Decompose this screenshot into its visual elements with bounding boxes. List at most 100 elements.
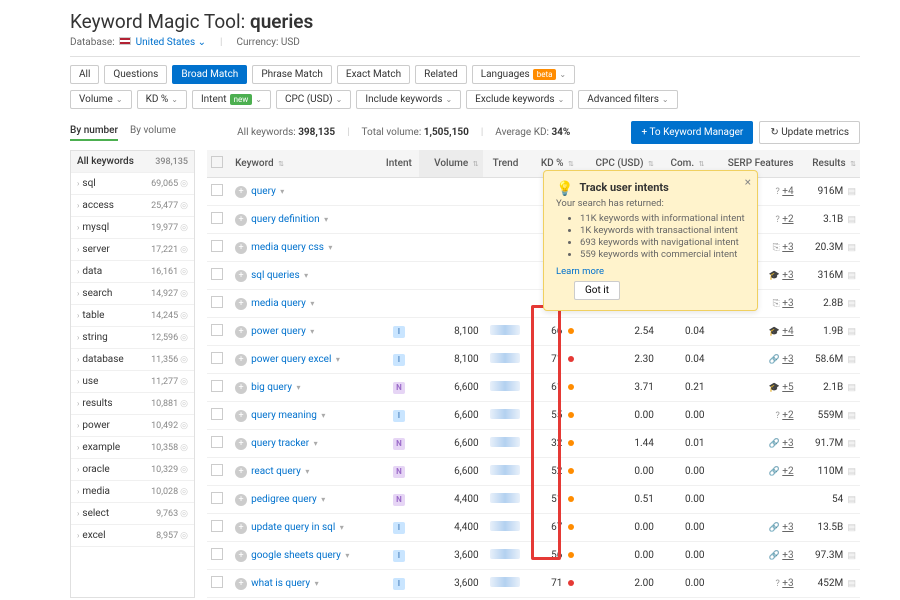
to-keyword-manager-button[interactable]: + To Keyword Manager (631, 121, 753, 144)
keyword-link[interactable]: pedigree query (251, 494, 317, 505)
sidebar-item-use[interactable]: › use11,277 ◎ (71, 371, 194, 393)
got-it-button[interactable]: Got it (574, 281, 620, 300)
filter-advanced-filters[interactable]: Advanced filters ⌄ (578, 90, 677, 109)
update-metrics-button[interactable]: ↻ Update metrics (759, 121, 860, 144)
expand-icon[interactable]: + (235, 214, 247, 226)
chevron-down-icon[interactable]: ▾ (328, 243, 332, 252)
col-intent[interactable]: Intent (378, 150, 419, 178)
sidebar-all-keywords[interactable]: All keywords 398,135 (71, 151, 194, 173)
match-tab-related[interactable]: Related (415, 65, 467, 84)
expand-icon[interactable]: + (235, 494, 247, 506)
col-keyword[interactable]: Keyword ⇅ (231, 150, 378, 178)
database-selector[interactable]: United States ⌄ (136, 37, 206, 48)
expand-icon[interactable]: + (235, 382, 247, 394)
keyword-link[interactable]: query (251, 186, 276, 197)
sidebar-item-oracle[interactable]: › oracle10,329 ◎ (71, 459, 194, 481)
sidebar-item-excel[interactable]: › excel8,957 ◎ (71, 525, 194, 547)
row-checkbox[interactable] (211, 184, 223, 196)
keyword-link[interactable]: media query css (251, 242, 324, 253)
expand-icon[interactable]: + (235, 438, 247, 450)
filter-include-keywords[interactable]: Include keywords ⌄ (356, 90, 461, 109)
sidebar-item-example[interactable]: › example10,358 ◎ (71, 437, 194, 459)
row-checkbox[interactable] (211, 436, 223, 448)
sidebar-item-media[interactable]: › media10,028 ◎ (71, 481, 194, 503)
close-icon[interactable]: × (745, 175, 751, 189)
keyword-link[interactable]: query tracker (251, 438, 309, 449)
row-checkbox[interactable] (211, 240, 223, 252)
keyword-link[interactable]: power query (251, 326, 306, 337)
sidebar-item-access[interactable]: › access25,477 ◎ (71, 195, 194, 217)
col-trend[interactable]: Trend (483, 150, 529, 178)
row-checkbox[interactable] (211, 576, 223, 588)
learn-more-link[interactable]: Learn more (556, 266, 604, 277)
keyword-link[interactable]: power query excel (251, 354, 331, 365)
chevron-down-icon[interactable]: ▾ (340, 523, 344, 532)
keyword-link[interactable]: big query (251, 382, 292, 393)
row-checkbox[interactable] (211, 268, 223, 280)
row-checkbox[interactable] (211, 380, 223, 392)
expand-icon[interactable]: + (235, 270, 247, 282)
filter-kd--[interactable]: KD % ⌄ (137, 90, 187, 109)
match-tab-broad-match[interactable]: Broad Match (172, 65, 247, 84)
expand-icon[interactable]: + (235, 326, 247, 338)
expand-icon[interactable]: + (235, 578, 247, 590)
row-checkbox[interactable] (211, 548, 223, 560)
tab-by-number[interactable]: By number (70, 125, 118, 141)
filter-volume[interactable]: Volume ⌄ (70, 90, 132, 109)
row-checkbox[interactable] (211, 212, 223, 224)
row-checkbox[interactable] (211, 492, 223, 504)
chevron-down-icon[interactable]: ▾ (321, 495, 325, 504)
expand-icon[interactable]: + (235, 550, 247, 562)
col-volume[interactable]: Volume ⇅ (419, 150, 482, 178)
expand-icon[interactable]: + (235, 522, 247, 534)
col-results[interactable]: Results ⇅ (798, 150, 860, 178)
keyword-link[interactable]: query definition (251, 214, 320, 225)
match-tab-questions[interactable]: Questions (104, 65, 167, 84)
sidebar-item-server[interactable]: › server17,221 ◎ (71, 239, 194, 261)
tab-by-volume[interactable]: By volume (130, 125, 176, 141)
chevron-down-icon[interactable]: ▾ (304, 271, 308, 280)
chevron-down-icon[interactable]: ▾ (324, 215, 328, 224)
row-checkbox[interactable] (211, 296, 223, 308)
chevron-down-icon[interactable]: ▾ (280, 187, 284, 196)
row-checkbox[interactable] (211, 464, 223, 476)
chevron-down-icon[interactable]: ▾ (310, 299, 314, 308)
keyword-link[interactable]: google sheets query (251, 550, 341, 561)
sidebar-item-results[interactable]: › results10,881 ◎ (71, 393, 194, 415)
keyword-link[interactable]: query meaning (251, 410, 317, 421)
sidebar-item-string[interactable]: › string12,596 ◎ (71, 327, 194, 349)
keyword-link[interactable]: what is query (251, 578, 310, 589)
expand-icon[interactable]: + (235, 242, 247, 254)
chevron-down-icon[interactable]: ▾ (321, 411, 325, 420)
keyword-link[interactable]: sql queries (251, 270, 300, 281)
keyword-link[interactable]: update query in sql (251, 522, 335, 533)
sidebar-item-search[interactable]: › search14,927 ◎ (71, 283, 194, 305)
row-checkbox[interactable] (211, 520, 223, 532)
row-checkbox[interactable] (211, 352, 223, 364)
expand-icon[interactable]: + (235, 410, 247, 422)
chevron-down-icon[interactable]: ▾ (336, 355, 340, 364)
sidebar-item-sql[interactable]: › sql69,065 ◎ (71, 173, 194, 195)
sidebar-item-select[interactable]: › select9,763 ◎ (71, 503, 194, 525)
expand-icon[interactable]: + (235, 354, 247, 366)
chevron-down-icon[interactable]: ▾ (314, 439, 318, 448)
sidebar-item-power[interactable]: › power10,492 ◎ (71, 415, 194, 437)
chevron-down-icon[interactable]: ▾ (296, 383, 300, 392)
sidebar-item-database[interactable]: › database11,356 ◎ (71, 349, 194, 371)
chevron-down-icon[interactable]: ▾ (310, 327, 314, 336)
chevron-down-icon[interactable]: ▾ (305, 467, 309, 476)
sidebar-item-table[interactable]: › table14,245 ◎ (71, 305, 194, 327)
keyword-link[interactable]: react query (251, 466, 301, 477)
languages-dropdown[interactable]: Languages beta ⌄ (472, 65, 575, 84)
match-tab-exact-match[interactable]: Exact Match (337, 65, 410, 84)
col-check[interactable] (207, 150, 231, 178)
sidebar-item-data[interactable]: › data16,161 ◎ (71, 261, 194, 283)
expand-icon[interactable]: + (235, 298, 247, 310)
match-tab-phrase-match[interactable]: Phrase Match (252, 65, 332, 84)
row-checkbox[interactable] (211, 324, 223, 336)
chevron-down-icon[interactable]: ▾ (345, 551, 349, 560)
sidebar-item-mysql[interactable]: › mysql19,977 ◎ (71, 217, 194, 239)
expand-icon[interactable]: + (235, 466, 247, 478)
filter-exclude-keywords[interactable]: Exclude keywords ⌄ (466, 90, 573, 109)
row-checkbox[interactable] (211, 408, 223, 420)
